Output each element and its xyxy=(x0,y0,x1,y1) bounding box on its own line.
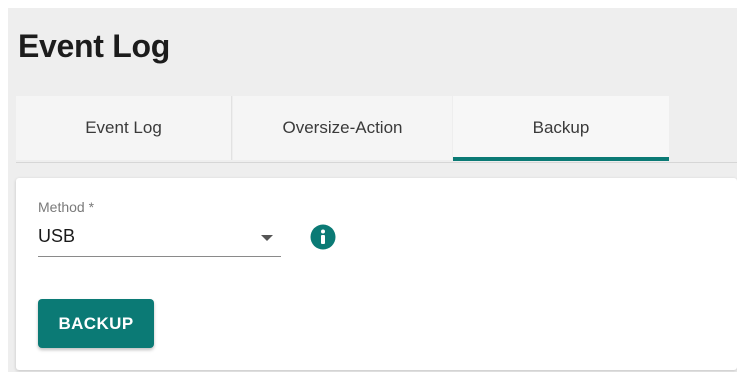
backup-button[interactable]: BACKUP xyxy=(38,299,154,348)
backup-card: Method * USB BACKUP xyxy=(16,178,737,370)
chevron-down-icon xyxy=(261,235,273,241)
method-select-value: USB xyxy=(38,226,76,246)
tab-backup[interactable]: Backup xyxy=(453,96,669,160)
tab-event-log[interactable]: Event Log xyxy=(16,96,232,160)
tab-oversize-action[interactable]: Oversize-Action xyxy=(233,96,452,160)
tab-bar: Event Log Oversize-Action Backup xyxy=(16,96,737,163)
method-select[interactable]: USB xyxy=(38,222,281,257)
method-label: Method * xyxy=(38,199,95,215)
page-title: Event Log xyxy=(18,28,170,64)
active-tab-indicator xyxy=(453,157,669,161)
info-icon[interactable] xyxy=(310,224,336,250)
page-container: Event Log Event Log Oversize-Action Back… xyxy=(8,8,737,372)
